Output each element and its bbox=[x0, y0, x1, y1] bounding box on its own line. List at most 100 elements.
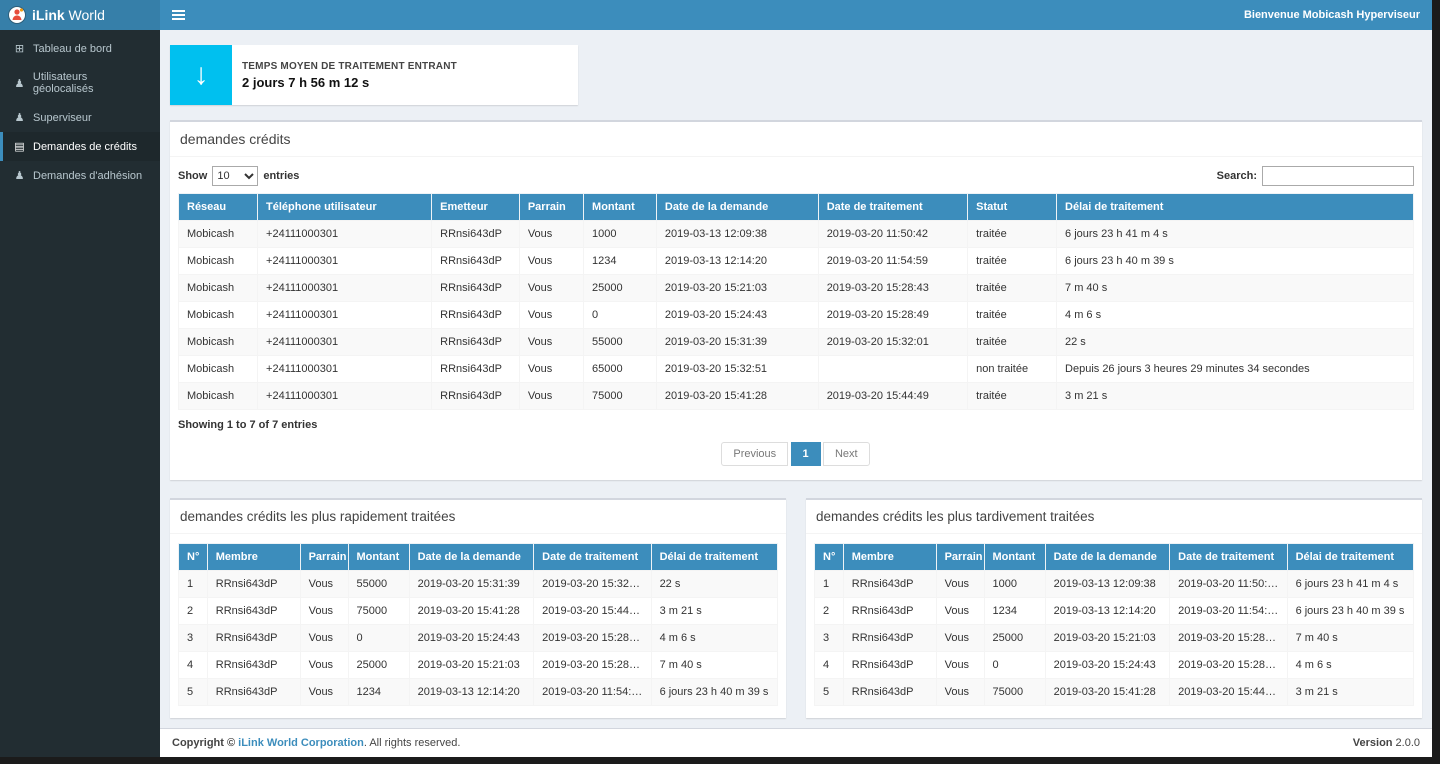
table-row: Mobicash+24111000301RRnsi643dPVous750002… bbox=[179, 383, 1414, 410]
table-cell: RRnsi643dP bbox=[432, 248, 520, 275]
table-row: 1RRnsi643dPVous10002019-03-13 12:09:3820… bbox=[815, 571, 1414, 598]
table-cell: traitée bbox=[968, 221, 1057, 248]
version-text: Version2.0.0 bbox=[1353, 737, 1420, 749]
column-header[interactable]: Délai de traitement bbox=[1057, 194, 1414, 221]
table-cell: 25000 bbox=[984, 625, 1045, 652]
membership-requests-icon: ♟ bbox=[13, 169, 26, 182]
dashboard-icon: ⊞ bbox=[13, 42, 26, 55]
column-header: Date de traitement bbox=[1170, 544, 1287, 571]
table-cell: +24111000301 bbox=[258, 275, 432, 302]
column-header[interactable]: Date de traitement bbox=[818, 194, 967, 221]
slowest-processed-table: N°MembreParrainMontantDate de la demande… bbox=[814, 543, 1414, 706]
sidebar-item-membership-requests[interactable]: ♟Demandes d'adhésion bbox=[0, 161, 160, 190]
table-cell: 2019-03-13 12:14:20 bbox=[1045, 598, 1170, 625]
brand-logo-icon bbox=[8, 6, 26, 24]
credit-requests-icon: ▤ bbox=[13, 140, 26, 153]
column-header: Délai de traitement bbox=[651, 544, 777, 571]
table-cell: 4 m 6 s bbox=[1057, 302, 1414, 329]
table-cell: 2019-03-20 15:28:49 bbox=[1170, 652, 1287, 679]
panel-title: demandes crédits les plus tardivement tr… bbox=[806, 500, 1422, 534]
table-cell: 0 bbox=[584, 302, 657, 329]
table-cell: 2019-03-20 15:44:49 bbox=[818, 383, 967, 410]
table-cell: 2019-03-20 15:41:28 bbox=[409, 598, 534, 625]
table-cell: 2019-03-20 11:54:59 bbox=[818, 248, 967, 275]
table-cell: Mobicash bbox=[179, 356, 258, 383]
table-row: 1RRnsi643dPVous550002019-03-20 15:31:392… bbox=[179, 571, 778, 598]
table-cell: 75000 bbox=[584, 383, 657, 410]
column-header: N° bbox=[815, 544, 844, 571]
table-cell bbox=[818, 356, 967, 383]
previous-page-button[interactable]: Previous bbox=[721, 442, 788, 466]
table-cell: Depuis 26 jours 3 heures 29 minutes 34 s… bbox=[1057, 356, 1414, 383]
table-cell: 2019-03-20 15:28:43 bbox=[1170, 625, 1287, 652]
horizontal-scrollbar[interactable] bbox=[0, 757, 1440, 764]
table-cell: Vous bbox=[519, 302, 583, 329]
table-cell: Mobicash bbox=[179, 302, 258, 329]
menu-icon[interactable] bbox=[160, 0, 197, 30]
sidebar-item-geolocated-users[interactable]: ♟Utilisateurs géolocalisés bbox=[0, 63, 160, 103]
infobox-label: TEMPS MOYEN DE TRAITEMENT ENTRANT bbox=[242, 61, 457, 72]
table-cell: 5 bbox=[179, 679, 208, 706]
column-header[interactable]: Statut bbox=[968, 194, 1057, 221]
table-cell: Vous bbox=[519, 248, 583, 275]
table-cell: 2019-03-13 12:14:20 bbox=[656, 248, 818, 275]
table-row: Mobicash+24111000301RRnsi643dPVous250002… bbox=[179, 275, 1414, 302]
brand-logo[interactable]: iLink World bbox=[0, 0, 160, 30]
table-cell: 1234 bbox=[584, 248, 657, 275]
table-cell: 0 bbox=[348, 625, 409, 652]
table-cell: RRnsi643dP bbox=[843, 652, 936, 679]
column-header[interactable]: Téléphone utilisateur bbox=[258, 194, 432, 221]
table-cell: traitée bbox=[968, 275, 1057, 302]
next-page-button[interactable]: Next bbox=[823, 442, 870, 466]
column-header: Délai de traitement bbox=[1287, 544, 1413, 571]
table-cell: 3 m 21 s bbox=[1057, 383, 1414, 410]
table-cell: 25000 bbox=[584, 275, 657, 302]
table-cell: Vous bbox=[519, 275, 583, 302]
brand-text-light: World bbox=[65, 7, 105, 23]
table-cell: 6 jours 23 h 40 m 39 s bbox=[1287, 598, 1413, 625]
sidebar-item-label: Superviseur bbox=[33, 112, 92, 124]
table-cell: non traitée bbox=[968, 356, 1057, 383]
credit-requests-table: RéseauTéléphone utilisateurEmetteurParra… bbox=[178, 193, 1414, 410]
sidebar-item-dashboard[interactable]: ⊞Tableau de bord bbox=[0, 34, 160, 63]
top-navbar: iLink World Bienvenue Mobicash Hypervise… bbox=[0, 0, 1432, 30]
table-row: 2RRnsi643dPVous750002019-03-20 15:41:282… bbox=[179, 598, 778, 625]
search-input[interactable] bbox=[1262, 166, 1414, 186]
version-value: 2.0.0 bbox=[1396, 737, 1420, 749]
column-header[interactable]: Montant bbox=[584, 194, 657, 221]
table-cell: 1 bbox=[815, 571, 844, 598]
table-row: 3RRnsi643dPVous250002019-03-20 15:21:032… bbox=[815, 625, 1414, 652]
column-header[interactable]: Date de la demande bbox=[656, 194, 818, 221]
table-cell: +24111000301 bbox=[258, 356, 432, 383]
users-location-icon: ♟ bbox=[13, 77, 26, 90]
page-length-select[interactable]: 10 bbox=[212, 166, 258, 186]
slowest-processed-panel: demandes crédits les plus tardivement tr… bbox=[806, 498, 1422, 718]
table-cell: 2019-03-20 15:31:39 bbox=[656, 329, 818, 356]
page-1-button[interactable]: 1 bbox=[791, 442, 821, 466]
table-cell: 6 jours 23 h 40 m 39 s bbox=[1057, 248, 1414, 275]
column-header[interactable]: Emetteur bbox=[432, 194, 520, 221]
table-cell: 2019-03-20 11:50:42 bbox=[818, 221, 967, 248]
sidebar-item-credit-requests[interactable]: ▤Demandes de crédits bbox=[0, 132, 160, 161]
table-cell: 6 jours 23 h 41 m 4 s bbox=[1057, 221, 1414, 248]
table-cell: Vous bbox=[936, 571, 984, 598]
vertical-scrollbar[interactable] bbox=[1432, 0, 1440, 764]
table-cell: +24111000301 bbox=[258, 302, 432, 329]
column-header[interactable]: Réseau bbox=[179, 194, 258, 221]
table-cell: 3 m 21 s bbox=[1287, 679, 1413, 706]
table-cell: 2019-03-20 15:32:01 bbox=[818, 329, 967, 356]
table-cell: 2019-03-20 11:54:59 bbox=[1170, 598, 1287, 625]
table-cell: Vous bbox=[936, 652, 984, 679]
search-label: Search: bbox=[1217, 170, 1257, 182]
table-cell: RRnsi643dP bbox=[432, 383, 520, 410]
table-cell: RRnsi643dP bbox=[432, 275, 520, 302]
column-header[interactable]: Parrain bbox=[519, 194, 583, 221]
table-cell: RRnsi643dP bbox=[207, 679, 300, 706]
table-cell: 2019-03-20 15:21:03 bbox=[1045, 625, 1170, 652]
company-link[interactable]: iLink World Corporation bbox=[238, 737, 364, 749]
sidebar-menu: ⊞Tableau de bord♟Utilisateurs géolocalis… bbox=[0, 34, 160, 190]
sidebar-item-supervisor[interactable]: ♟Superviseur bbox=[0, 103, 160, 132]
table-row: 4RRnsi643dPVous250002019-03-20 15:21:032… bbox=[179, 652, 778, 679]
arrow-down-icon: ↓ bbox=[170, 45, 232, 105]
table-cell: 2019-03-20 11:50:42 bbox=[1170, 571, 1287, 598]
